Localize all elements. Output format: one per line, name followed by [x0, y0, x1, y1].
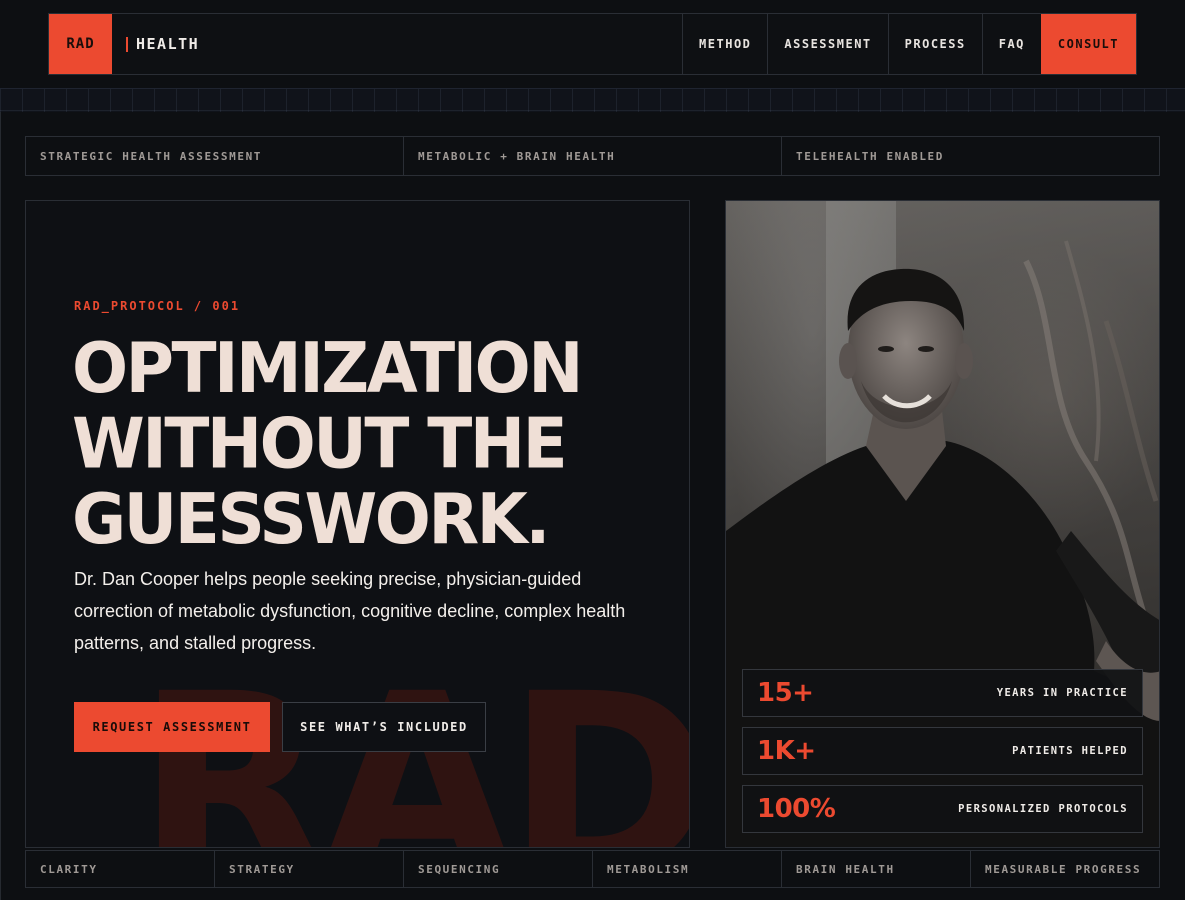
- watermark-text: RAD: [136, 661, 689, 848]
- headline-line-1: OPTIMIZATION: [72, 327, 584, 409]
- headline-line-2: WITHOUT THE: [72, 403, 568, 485]
- grid-band: [0, 88, 1185, 112]
- hero-card: RAD RAD_PROTOCOL / 001 OPTIMIZATION WITH…: [25, 200, 690, 848]
- stat-years: 15+ YEARS IN PRACTICE: [742, 669, 1143, 717]
- stat-label: YEARS IN PRACTICE: [996, 687, 1128, 699]
- pillar-sequencing: SEQUENCING: [404, 851, 593, 887]
- headline-line-3: GUESSWORK.: [72, 479, 550, 560]
- pillars-bar: CLARITY STRATEGY SEQUENCING METABOLISM B…: [25, 850, 1160, 888]
- hero-eyebrow: RAD_PROTOCOL / 001: [74, 299, 241, 313]
- stat-value: 1K+: [757, 736, 816, 766]
- pillar-metabolism: METABOLISM: [593, 851, 782, 887]
- hero-description: Dr. Dan Cooper helps people seeking prec…: [74, 569, 626, 653]
- request-assessment-button[interactable]: REQUEST ASSESSMENT: [74, 702, 270, 752]
- pillar-measurable-progress: MEASURABLE PROGRESS: [985, 862, 1142, 876]
- nav-link-method[interactable]: METHOD: [682, 14, 767, 74]
- logo-wordmark[interactable]: HEALTH: [112, 14, 199, 74]
- stat-patients: 1K+ PATIENTS HELPED: [742, 727, 1143, 775]
- pillar-strategy: STRATEGY: [215, 851, 404, 887]
- tag-strategic-assessment: STRATEGIC HEALTH ASSESSMENT: [26, 137, 404, 175]
- pillar-brain-health: BRAIN HEALTH: [782, 851, 971, 887]
- logo-word: HEALTH: [136, 35, 200, 53]
- stat-personalized: 100% PERSONALIZED PROTOCOLS: [742, 785, 1143, 833]
- nav-link-assessment[interactable]: ASSESSMENT: [767, 14, 887, 74]
- consult-button[interactable]: CONSULT: [1040, 14, 1136, 74]
- stat-label: PATIENTS HELPED: [1012, 745, 1128, 757]
- nav-link-faq[interactable]: FAQ: [981, 14, 1041, 74]
- tag-metabolic-brain: METABOLIC + BRAIN HEALTH: [404, 137, 782, 175]
- tag-bar: STRATEGIC HEALTH ASSESSMENT METABOLIC + …: [25, 136, 1160, 176]
- hero-headline: OPTIMIZATION WITHOUT THE GUESSWORK.: [72, 327, 672, 560]
- nav-link-process[interactable]: PROCESS: [887, 14, 982, 74]
- stat-value: 15+: [757, 678, 814, 708]
- top-navigation: RAD HEALTH METHOD ASSESSMENT PROCESS FAQ…: [0, 0, 1185, 88]
- logo-mark[interactable]: RAD: [49, 14, 112, 74]
- stat-label: PERSONALIZED PROTOCOLS: [958, 803, 1128, 815]
- pillar-clarity: CLARITY: [26, 851, 215, 887]
- nav-bar: RAD HEALTH METHOD ASSESSMENT PROCESS FAQ…: [48, 13, 1137, 75]
- logo-divider: [126, 36, 128, 52]
- see-included-button[interactable]: SEE WHAT’S INCLUDED: [282, 702, 486, 752]
- tag-telehealth: TELEHEALTH ENABLED: [796, 149, 945, 163]
- stat-value: 100%: [757, 794, 836, 824]
